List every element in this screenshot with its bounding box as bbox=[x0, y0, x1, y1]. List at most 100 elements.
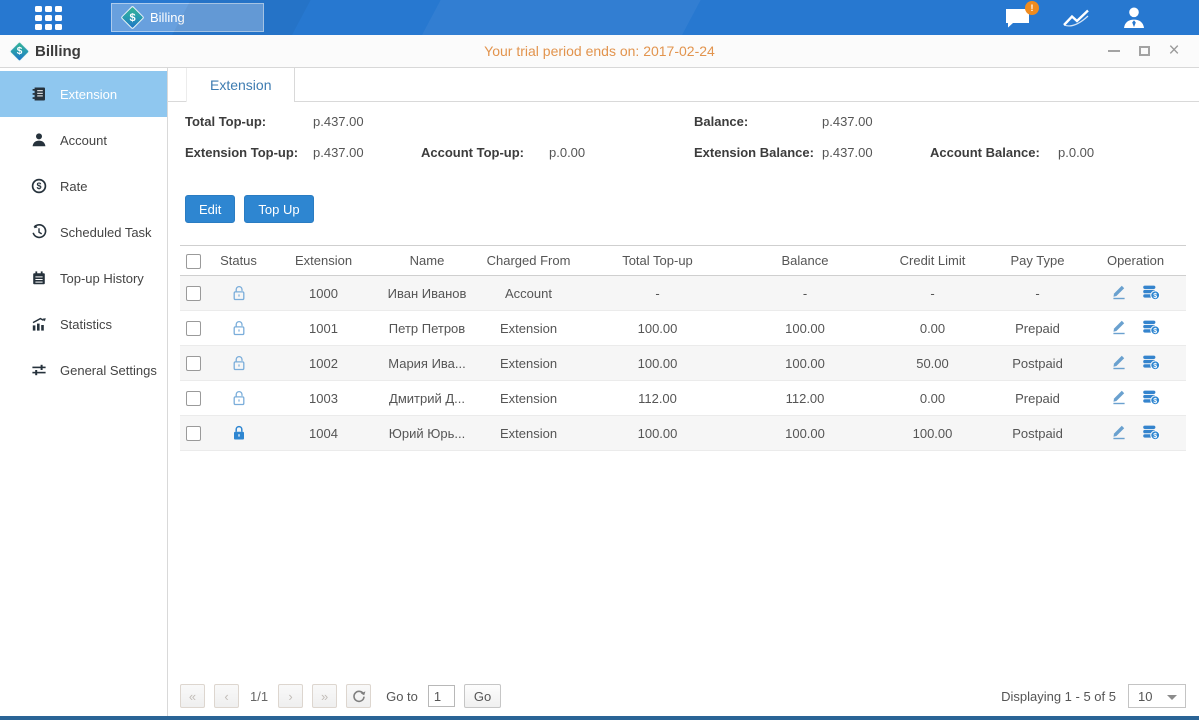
history-clock-icon bbox=[30, 224, 47, 240]
column-total-topup[interactable]: Total Top-up bbox=[580, 246, 735, 276]
minimize-button[interactable] bbox=[1107, 44, 1121, 58]
prev-page-button[interactable]: ‹ bbox=[214, 684, 239, 708]
row-checkbox[interactable] bbox=[186, 426, 201, 441]
cell-total-topup: 100.00 bbox=[580, 416, 735, 451]
trial-notice: Your trial period ends on: 2017-02-24 bbox=[0, 43, 1199, 59]
cell-name: Мария Ива... bbox=[377, 346, 477, 381]
goto-page-input[interactable] bbox=[428, 685, 455, 707]
cell-charged-from: Extension bbox=[477, 311, 580, 346]
edit-row-icon[interactable] bbox=[1111, 318, 1127, 335]
select-all-checkbox[interactable] bbox=[186, 254, 201, 269]
sidebar-item-account[interactable]: Account bbox=[0, 117, 167, 163]
topbar-billing-tab[interactable]: $ Billing bbox=[111, 3, 264, 32]
sidebar-item-extension[interactable]: Extension bbox=[0, 71, 167, 117]
table-row[interactable]: 1000 Иван Иванов Account - - - - bbox=[180, 276, 1186, 311]
messages-icon[interactable]: ! bbox=[1004, 7, 1031, 29]
edit-row-icon[interactable] bbox=[1111, 423, 1127, 440]
cell-charged-from: Account bbox=[477, 276, 580, 311]
app-window: $ Billing ! $ Billing Your trial period … bbox=[0, 0, 1199, 720]
sidebar-item-label: Statistics bbox=[60, 317, 112, 332]
top-up-row-icon[interactable]: $ bbox=[1142, 389, 1160, 405]
page-indicator: 1/1 bbox=[250, 689, 268, 704]
table-row[interactable]: 1003 Дмитрий Д... Extension 112.00 112.0… bbox=[180, 381, 1186, 416]
status-lock-icon[interactable] bbox=[231, 425, 247, 441]
go-button[interactable]: Go bbox=[464, 684, 501, 708]
topbar-tab-label: Billing bbox=[150, 10, 185, 25]
column-pay-type[interactable]: Pay Type bbox=[990, 246, 1085, 276]
cell-pay-type: Postpaid bbox=[990, 346, 1085, 381]
table-row[interactable]: 1002 Мария Ива... Extension 100.00 100.0… bbox=[180, 346, 1186, 381]
top-up-button[interactable]: Top Up bbox=[244, 195, 313, 223]
top-up-row-icon[interactable]: $ bbox=[1142, 284, 1160, 300]
edit-button[interactable]: Edit bbox=[185, 195, 235, 223]
cell-credit-limit: 0.00 bbox=[875, 311, 990, 346]
goto-label: Go to bbox=[386, 689, 418, 704]
sidebar-item-label: Top-up History bbox=[60, 271, 144, 286]
top-up-row-icon[interactable]: $ bbox=[1142, 424, 1160, 440]
cell-total-topup: 112.00 bbox=[580, 381, 735, 416]
bar-chart-icon bbox=[30, 316, 47, 332]
column-balance[interactable]: Balance bbox=[735, 246, 875, 276]
dollar-circle-icon: $ bbox=[30, 178, 47, 194]
notification-badge: ! bbox=[1025, 1, 1039, 15]
cell-pay-type: Prepaid bbox=[990, 311, 1085, 346]
row-checkbox[interactable] bbox=[186, 391, 201, 406]
status-lock-icon[interactable] bbox=[231, 285, 247, 301]
row-checkbox[interactable] bbox=[186, 286, 201, 301]
sidebar-item-topup-history[interactable]: Top-up History bbox=[0, 255, 167, 301]
cell-name: Юрий Юрь... bbox=[377, 416, 477, 451]
cell-charged-from: Extension bbox=[477, 381, 580, 416]
stat-extension-topup: Extension Top-up: p.437.00 bbox=[185, 145, 298, 160]
close-button[interactable]: × bbox=[1167, 44, 1181, 58]
topbar: $ Billing ! bbox=[0, 0, 1199, 35]
sidebar-item-general-settings[interactable]: General Settings bbox=[0, 347, 167, 393]
column-operation[interactable]: Operation bbox=[1085, 246, 1186, 276]
svg-text:$: $ bbox=[36, 181, 41, 191]
tab-extension[interactable]: Extension bbox=[186, 68, 295, 102]
next-page-button[interactable]: › bbox=[278, 684, 303, 708]
statistics-chart-icon[interactable] bbox=[1061, 7, 1091, 29]
page-size-dropdown[interactable]: 10 bbox=[1128, 684, 1186, 708]
top-up-row-icon[interactable]: $ bbox=[1142, 354, 1160, 370]
maximize-button[interactable] bbox=[1137, 44, 1151, 58]
cell-charged-from: Extension bbox=[477, 346, 580, 381]
column-extension[interactable]: Extension bbox=[270, 246, 377, 276]
row-checkbox[interactable] bbox=[186, 356, 201, 371]
tab-strip: Extension bbox=[168, 68, 1199, 102]
last-page-button[interactable]: » bbox=[312, 684, 337, 708]
status-lock-icon[interactable] bbox=[231, 390, 247, 406]
user-account-icon[interactable] bbox=[1121, 6, 1147, 29]
refresh-button[interactable] bbox=[346, 684, 371, 708]
cell-extension: 1000 bbox=[270, 276, 377, 311]
notebook-icon bbox=[30, 270, 47, 286]
status-lock-icon[interactable] bbox=[231, 355, 247, 371]
status-lock-icon[interactable] bbox=[231, 320, 247, 336]
column-credit-limit[interactable]: Credit Limit bbox=[875, 246, 990, 276]
top-up-row-icon[interactable]: $ bbox=[1142, 319, 1160, 335]
sidebar-item-scheduled-task[interactable]: Scheduled Task bbox=[0, 209, 167, 255]
cell-credit-limit: 50.00 bbox=[875, 346, 990, 381]
sidebar-item-statistics[interactable]: Statistics bbox=[0, 301, 167, 347]
cell-total-topup: 100.00 bbox=[580, 346, 735, 381]
column-status[interactable]: Status bbox=[207, 246, 270, 276]
edit-row-icon[interactable] bbox=[1111, 283, 1127, 300]
svg-text:$: $ bbox=[1153, 432, 1157, 439]
row-checkbox[interactable] bbox=[186, 321, 201, 336]
apps-grid-icon[interactable] bbox=[35, 6, 69, 30]
sidebar-item-rate[interactable]: $ Rate bbox=[0, 163, 167, 209]
edit-row-icon[interactable] bbox=[1111, 353, 1127, 370]
cell-extension: 1002 bbox=[270, 346, 377, 381]
sidebar: Extension Account $ Rate Scheduled Task bbox=[0, 68, 168, 716]
table-row[interactable]: 1001 Петр Петров Extension 100.00 100.00… bbox=[180, 311, 1186, 346]
first-page-button[interactable]: « bbox=[180, 684, 205, 708]
sliders-icon bbox=[30, 362, 47, 378]
cell-name: Иван Иванов bbox=[377, 276, 477, 311]
table-header-row: Status Extension Name Charged From Total… bbox=[180, 246, 1186, 276]
column-charged-from[interactable]: Charged From bbox=[477, 246, 580, 276]
cell-pay-type: Postpaid bbox=[990, 416, 1085, 451]
edit-row-icon[interactable] bbox=[1111, 388, 1127, 405]
table-row[interactable]: 1004 Юрий Юрь... Extension 100.00 100.00… bbox=[180, 416, 1186, 451]
column-name[interactable]: Name bbox=[377, 246, 477, 276]
select-all-header bbox=[180, 246, 207, 276]
window-title: Billing bbox=[35, 43, 81, 60]
